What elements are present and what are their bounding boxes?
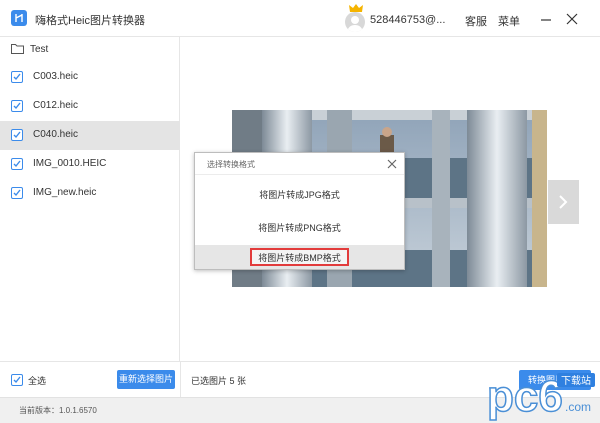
format-dialog: 选择转换格式 将图片转成JPG格式 将图片转成PNG格式 将图片转成BMP格式 (194, 152, 405, 270)
pc6-watermark-logo: pc6 下载站 .com (486, 371, 595, 421)
check-icon (13, 160, 21, 168)
svg-text:pc6: pc6 (487, 372, 563, 421)
svg-text:下载站: 下载站 (561, 374, 591, 387)
bottom-divider (180, 362, 181, 398)
chevron-right-icon (559, 195, 568, 209)
file-checkbox[interactable] (11, 187, 23, 199)
file-checkbox[interactable] (11, 129, 23, 141)
select-all-checkbox[interactable] (11, 374, 23, 386)
file-checkbox[interactable] (11, 100, 23, 112)
reselect-images-button[interactable]: 重新选择图片 (117, 370, 175, 389)
option-bmp-label: 将图片转成BMP格式 (250, 248, 349, 266)
option-jpg[interactable]: 将图片转成JPG格式 (195, 183, 404, 207)
selected-count: 已选图片 5 张 (191, 376, 247, 386)
version-label: 当前版本：1.0.1.6570 (19, 406, 97, 415)
folder-icon (11, 44, 24, 54)
file-checkbox[interactable] (11, 71, 23, 83)
file-name: C040.heic (33, 129, 79, 140)
folder-row[interactable]: Test (0, 37, 180, 63)
menu-link[interactable]: 菜单 (498, 13, 520, 29)
file-name: C003.heic (33, 71, 79, 82)
file-list: C003.heic C012.heic C040.heic IMG_0010.HEIC… (0, 63, 180, 208)
file-list-item[interactable]: IMG_0010.HEIC (0, 150, 180, 179)
check-icon (13, 131, 21, 139)
file-name: C012.heic (33, 100, 79, 111)
check-icon (13, 102, 21, 110)
check-icon (13, 73, 21, 81)
user-account[interactable]: 528446753@... (344, 4, 464, 34)
user-icon (347, 16, 363, 32)
avatar[interactable] (345, 12, 365, 32)
service-link[interactable]: 客服 (465, 13, 487, 29)
user-name: 528446753@... (370, 14, 446, 26)
file-panel: Test C003.heic C012.heic C040.heic IMG_0010… (0, 37, 180, 361)
select-all-label: 全选 (28, 376, 47, 386)
check-icon (13, 189, 21, 197)
check-icon (13, 376, 21, 384)
next-image-button[interactable] (548, 180, 579, 224)
file-list-item[interactable]: C040.heic (0, 121, 180, 150)
file-list-item[interactable]: C003.heic (0, 63, 180, 92)
app-logo-icon (11, 10, 27, 26)
folder-name: Test (30, 44, 49, 55)
svg-text:.com: .com (565, 400, 591, 414)
close-icon[interactable] (564, 11, 580, 27)
option-png[interactable]: 将图片转成PNG格式 (195, 216, 404, 240)
file-list-item[interactable]: C012.heic (0, 92, 180, 121)
file-checkbox[interactable] (11, 158, 23, 170)
app-title: 嗨格式Heic图片转换器 (35, 15, 146, 27)
dialog-close-icon[interactable] (387, 159, 397, 169)
option-bmp[interactable]: 将图片转成BMP格式 (195, 245, 404, 269)
minimize-icon[interactable] (538, 11, 554, 27)
dialog-title: 选择转换格式 (207, 160, 255, 169)
file-name: IMG_new.heic (33, 187, 97, 198)
title-bar: 嗨格式Heic图片转换器 528446753@... 客服 菜单 (0, 0, 600, 37)
dialog-header: 选择转换格式 (195, 153, 404, 175)
file-list-item[interactable]: IMG_new.heic (0, 179, 180, 208)
file-name: IMG_0010.HEIC (33, 158, 107, 169)
